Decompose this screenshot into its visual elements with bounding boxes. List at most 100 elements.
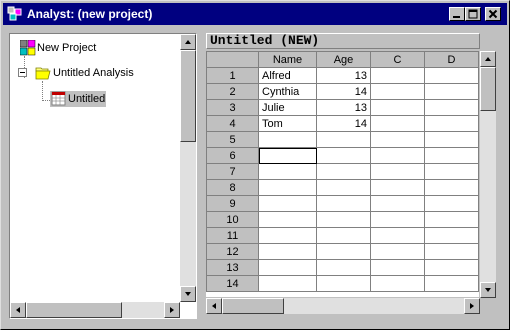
row-header[interactable]: 4 <box>206 115 259 132</box>
grid-scroll-up-button[interactable] <box>480 51 496 67</box>
cell-d[interactable] <box>424 259 479 276</box>
table-row: 3 Julie 13 <box>206 99 479 116</box>
cell-name[interactable] <box>258 179 317 196</box>
row-header[interactable]: 9 <box>206 195 259 212</box>
cell-name[interactable] <box>258 227 317 244</box>
title-bar[interactable]: Analyst: (new project) <box>3 3 507 25</box>
maximize-button[interactable] <box>465 7 481 21</box>
column-header-d[interactable]: D <box>424 51 479 68</box>
column-header-age[interactable]: Age <box>316 51 371 68</box>
cell-c[interactable] <box>370 67 425 84</box>
cell-age[interactable]: 13 <box>316 67 371 84</box>
collapse-toggle[interactable] <box>18 68 27 77</box>
cell-name[interactable]: Cynthia <box>258 83 317 100</box>
cell-c[interactable] <box>370 99 425 116</box>
active-cell[interactable] <box>258 147 317 164</box>
tree-scroll-right-button[interactable] <box>164 302 180 318</box>
column-header-c[interactable]: C <box>370 51 425 68</box>
tree-item-label: Untitled <box>68 93 106 105</box>
app-icon[interactable] <box>7 6 23 22</box>
grid-vscroll-thumb[interactable] <box>480 67 496 111</box>
row-header[interactable]: 14 <box>206 275 259 292</box>
cell-c[interactable] <box>370 243 425 260</box>
cell-age[interactable]: 14 <box>316 115 371 132</box>
table-icon <box>51 91 66 106</box>
cell-age[interactable] <box>316 259 371 276</box>
cell-name[interactable] <box>258 195 317 212</box>
cell-age[interactable] <box>316 147 371 164</box>
minimize-button[interactable] <box>449 7 465 21</box>
cell-name[interactable] <box>258 243 317 260</box>
cell-age[interactable] <box>316 179 371 196</box>
cell-d[interactable] <box>424 195 479 212</box>
cell-name[interactable] <box>258 259 317 276</box>
grid-corner[interactable] <box>206 51 259 68</box>
close-button[interactable] <box>485 7 501 21</box>
cell-c[interactable] <box>370 147 425 164</box>
cell-d[interactable] <box>424 99 479 116</box>
project-tree[interactable]: New Project Untitled Analysis Untitled <box>9 33 197 319</box>
column-header-name[interactable]: Name <box>258 51 317 68</box>
cell-d[interactable] <box>424 131 479 148</box>
cell-c[interactable] <box>370 259 425 276</box>
cell-age[interactable] <box>316 195 371 212</box>
row-header[interactable]: 5 <box>206 131 259 148</box>
row-header[interactable]: 1 <box>206 67 259 84</box>
row-header[interactable]: 7 <box>206 163 259 180</box>
row-header[interactable]: 6 <box>206 147 259 164</box>
cell-c[interactable] <box>370 83 425 100</box>
cell-d[interactable] <box>424 163 479 180</box>
cell-name[interactable] <box>258 275 317 292</box>
cell-age[interactable]: 13 <box>316 99 371 116</box>
grid-hscroll-thumb[interactable] <box>222 298 284 314</box>
cell-age[interactable] <box>316 163 371 180</box>
grid-scroll-down-button[interactable] <box>480 282 496 298</box>
cell-age[interactable] <box>316 211 371 228</box>
row-header[interactable]: 3 <box>206 99 259 116</box>
row-header[interactable]: 11 <box>206 227 259 244</box>
row-header[interactable]: 2 <box>206 83 259 100</box>
tree-hscroll-thumb[interactable] <box>26 302 122 318</box>
cell-name[interactable] <box>258 163 317 180</box>
cell-c[interactable] <box>370 211 425 228</box>
cell-d[interactable] <box>424 179 479 196</box>
tree-scroll-down-button[interactable] <box>180 286 196 302</box>
data-grid[interactable]: Name Age C D 1 Alfred 13 2 Cynthia 14 3 <box>206 51 479 297</box>
tree-scroll-left-button[interactable] <box>10 302 26 318</box>
row-header[interactable]: 13 <box>206 259 259 276</box>
cell-age[interactable]: 14 <box>316 83 371 100</box>
cell-c[interactable] <box>370 179 425 196</box>
row-header[interactable]: 10 <box>206 211 259 228</box>
tree-item-untitled[interactable]: Untitled <box>50 91 106 107</box>
cell-d[interactable] <box>424 227 479 244</box>
cell-c[interactable] <box>370 227 425 244</box>
grid-scroll-right-button[interactable] <box>464 298 480 314</box>
cell-d[interactable] <box>424 147 479 164</box>
cell-c[interactable] <box>370 275 425 292</box>
table-title: Untitled (NEW) <box>206 33 480 49</box>
cell-c[interactable] <box>370 131 425 148</box>
cell-age[interactable] <box>316 227 371 244</box>
cell-d[interactable] <box>424 67 479 84</box>
cell-d[interactable] <box>424 243 479 260</box>
cell-age[interactable] <box>316 275 371 292</box>
cell-name[interactable] <box>258 131 317 148</box>
tree-vscroll-thumb[interactable] <box>180 50 196 142</box>
grid-scroll-left-button[interactable] <box>206 298 222 314</box>
cell-c[interactable] <box>370 115 425 132</box>
cell-age[interactable] <box>316 243 371 260</box>
cell-age[interactable] <box>316 131 371 148</box>
row-header[interactable]: 8 <box>206 179 259 196</box>
cell-name[interactable]: Julie <box>258 99 317 116</box>
cell-d[interactable] <box>424 83 479 100</box>
row-header[interactable]: 12 <box>206 243 259 260</box>
tree-scroll-up-button[interactable] <box>180 34 196 50</box>
cell-name[interactable]: Alfred <box>258 67 317 84</box>
cell-c[interactable] <box>370 195 425 212</box>
cell-d[interactable] <box>424 115 479 132</box>
cell-d[interactable] <box>424 211 479 228</box>
cell-name[interactable]: Tom <box>258 115 317 132</box>
cell-d[interactable] <box>424 275 479 292</box>
cell-c[interactable] <box>370 163 425 180</box>
cell-name[interactable] <box>258 211 317 228</box>
